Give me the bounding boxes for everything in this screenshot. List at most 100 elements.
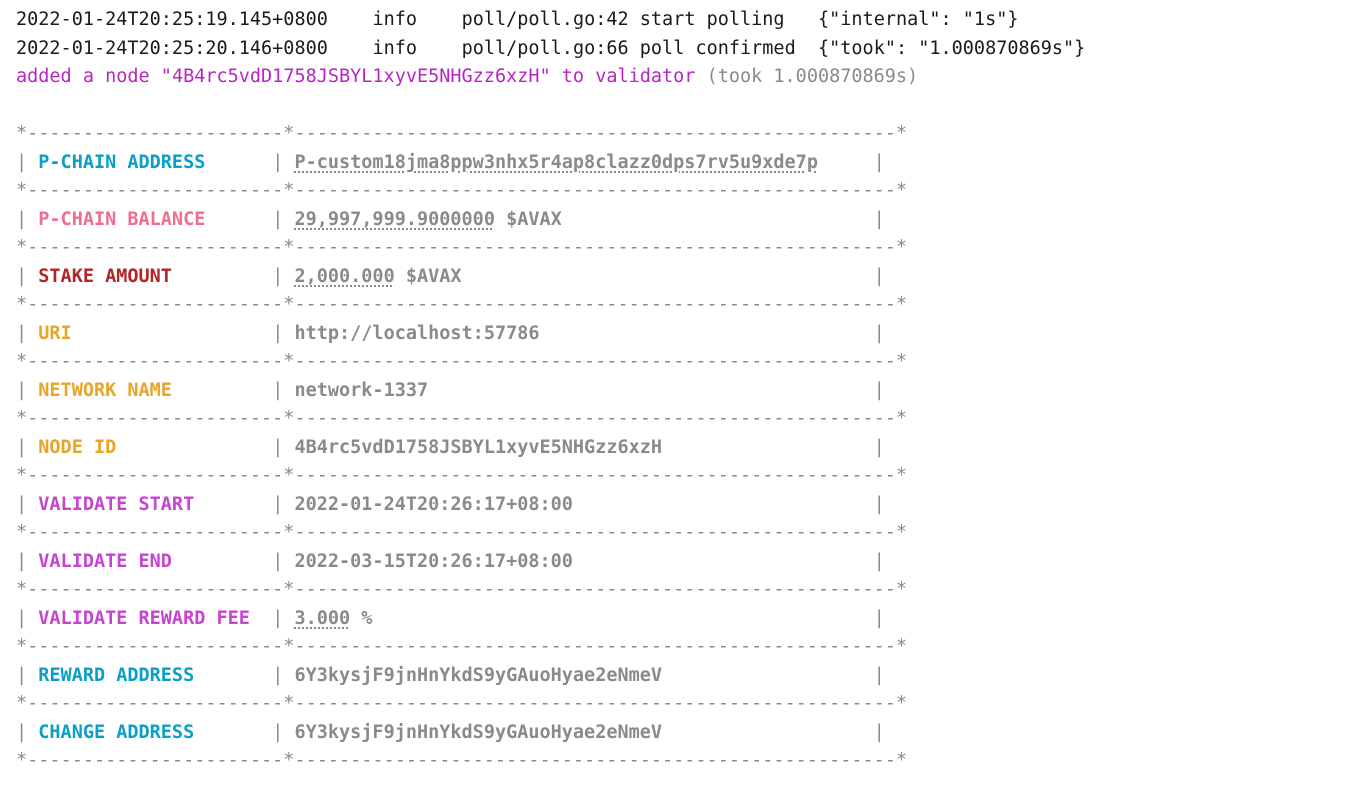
pipe: | xyxy=(874,722,885,743)
table-border: *-----------------------*---------------… xyxy=(16,747,1354,776)
row-label: VALIDATE REWARD FEE xyxy=(38,608,250,629)
pipe: | xyxy=(16,152,38,173)
pipe: | xyxy=(272,608,294,629)
table-row: | P-CHAIN ADDRESS | P-custom18jma8ppw3nh… xyxy=(16,149,1354,178)
pipe: | xyxy=(874,380,885,401)
row-label: NODE ID xyxy=(38,437,116,458)
pipe: | xyxy=(272,209,294,230)
pipe: | xyxy=(16,722,38,743)
log-level: info xyxy=(372,38,417,59)
table-border: *-----------------------*---------------… xyxy=(16,519,1354,548)
table-row: | VALIDATE REWARD FEE | 3.000 % | xyxy=(16,605,1354,634)
pipe: | xyxy=(272,437,294,458)
log-msg: start polling xyxy=(640,9,807,30)
row-value: 3.000 xyxy=(294,608,350,629)
log-kv: {"took": "1.000870869s"} xyxy=(818,38,1085,59)
log-level: info xyxy=(372,9,417,30)
table-border: *-----------------------*---------------… xyxy=(16,462,1354,491)
row-label: URI xyxy=(38,323,71,344)
added-node-middle: " to validator xyxy=(540,66,707,87)
row-label: STAKE AMOUNT xyxy=(38,266,172,287)
row-value-suffix: $AVAX xyxy=(495,209,562,230)
row-value: 29,997,999.9000000 xyxy=(294,209,494,230)
pipe: | xyxy=(16,209,38,230)
table-row: | VALIDATE END | 2022-03-15T20:26:17+08:… xyxy=(16,548,1354,577)
table-row: | CHANGE ADDRESS | 6Y3kysjF9jnHnYkdS9yGA… xyxy=(16,719,1354,748)
pipe: | xyxy=(874,494,885,515)
pipe: | xyxy=(272,380,294,401)
table-row: | NODE ID | 4B4rc5vdD1758JSBYL1xyvE5NHGz… xyxy=(16,434,1354,463)
log-line: 2022-01-24T20:25:19.145+0800 info poll/p… xyxy=(16,6,1354,35)
pipe: | xyxy=(874,209,885,230)
added-node-id: 4B4rc5vdD1758JSBYL1xyvE5NHGzz6xzH xyxy=(172,66,540,87)
row-value: network-1337 xyxy=(294,380,428,401)
log-kv: {"internal": "1s"} xyxy=(818,9,1018,30)
table-row: | STAKE AMOUNT | 2,000.000 $AVAX | xyxy=(16,263,1354,292)
added-node-prefix: added a node " xyxy=(16,66,172,87)
table-row: | VALIDATE START | 2022-01-24T20:26:17+0… xyxy=(16,491,1354,520)
row-value: http://localhost:57786 xyxy=(294,323,539,344)
pipe: | xyxy=(272,551,294,572)
pipe: | xyxy=(874,608,885,629)
pipe: | xyxy=(272,266,294,287)
table-row: | REWARD ADDRESS | 6Y3kysjF9jnHnYkdS9yGA… xyxy=(16,662,1354,691)
table-border: *-----------------------*---------------… xyxy=(16,576,1354,605)
table-border: *-----------------------*---------------… xyxy=(16,633,1354,662)
table-row: | NETWORK NAME | network-1337 | xyxy=(16,377,1354,406)
pipe: | xyxy=(874,323,885,344)
pipe: | xyxy=(16,665,38,686)
row-value-suffix: $AVAX xyxy=(395,266,462,287)
log-msg: poll confirmed xyxy=(640,38,807,59)
added-node-took: (took 1.000870869s) xyxy=(707,66,919,87)
row-value: 2022-03-15T20:26:17+08:00 xyxy=(294,551,572,572)
pipe: | xyxy=(272,494,294,515)
table-row: | P-CHAIN BALANCE | 29,997,999.9000000 $… xyxy=(16,206,1354,235)
added-node-line: added a node "4B4rc5vdD1758JSBYL1xyvE5NH… xyxy=(16,63,1354,92)
pipe: | xyxy=(272,665,294,686)
table-border: *-----------------------*---------------… xyxy=(16,405,1354,434)
pipe: | xyxy=(874,551,885,572)
row-value: P-custom18jma8ppw3nhx5r4ap8clazz0dps7rv5… xyxy=(294,152,817,173)
row-label: VALIDATE START xyxy=(38,494,194,515)
row-value: 2,000.000 xyxy=(294,266,394,287)
row-label: P-CHAIN ADDRESS xyxy=(38,152,205,173)
table-border: *-----------------------*---------------… xyxy=(16,234,1354,263)
pipe: | xyxy=(16,323,38,344)
row-label: CHANGE ADDRESS xyxy=(38,722,194,743)
row-label: P-CHAIN BALANCE xyxy=(38,209,205,230)
table-border: *-----------------------*---------------… xyxy=(16,177,1354,206)
pipe: | xyxy=(874,665,885,686)
pipe: | xyxy=(16,551,38,572)
pipe: | xyxy=(16,608,38,629)
table-border: *-----------------------*---------------… xyxy=(16,348,1354,377)
pipe: | xyxy=(874,437,885,458)
pipe: | xyxy=(16,380,38,401)
pipe: | xyxy=(272,722,294,743)
table-border: *-----------------------*---------------… xyxy=(16,120,1354,149)
row-label: NETWORK NAME xyxy=(38,380,172,401)
pipe: | xyxy=(272,152,294,173)
pipe: | xyxy=(874,152,885,173)
log-ts: 2022-01-24T20:25:19.145+0800 xyxy=(16,9,328,30)
pipe: | xyxy=(16,266,38,287)
row-value: 4B4rc5vdD1758JSBYL1xyvE5NHGzz6xzH xyxy=(294,437,662,458)
blank-line xyxy=(16,95,27,116)
table-row: | URI | http://localhost:57786 | xyxy=(16,320,1354,349)
pipe: | xyxy=(16,437,38,458)
row-label: VALIDATE END xyxy=(38,551,172,572)
terminal-output: 2022-01-24T20:25:19.145+0800 info poll/p… xyxy=(0,0,1370,792)
row-label: REWARD ADDRESS xyxy=(38,665,194,686)
log-src: poll/poll.go:42 xyxy=(462,9,629,30)
row-value-suffix: % xyxy=(350,608,372,629)
table-border: *-----------------------*---------------… xyxy=(16,291,1354,320)
pipe: | xyxy=(874,266,885,287)
table-border: *-----------------------*---------------… xyxy=(16,690,1354,719)
log-ts: 2022-01-24T20:25:20.146+0800 xyxy=(16,38,328,59)
row-value: 2022-01-24T20:26:17+08:00 xyxy=(294,494,572,515)
pipe: | xyxy=(272,323,294,344)
log-src: poll/poll.go:66 xyxy=(462,38,629,59)
log-line: 2022-01-24T20:25:20.146+0800 info poll/p… xyxy=(16,35,1354,64)
row-value: 6Y3kysjF9jnHnYkdS9yGAuoHyae2eNmeV xyxy=(294,722,662,743)
pipe: | xyxy=(16,494,38,515)
row-value: 6Y3kysjF9jnHnYkdS9yGAuoHyae2eNmeV xyxy=(294,665,662,686)
